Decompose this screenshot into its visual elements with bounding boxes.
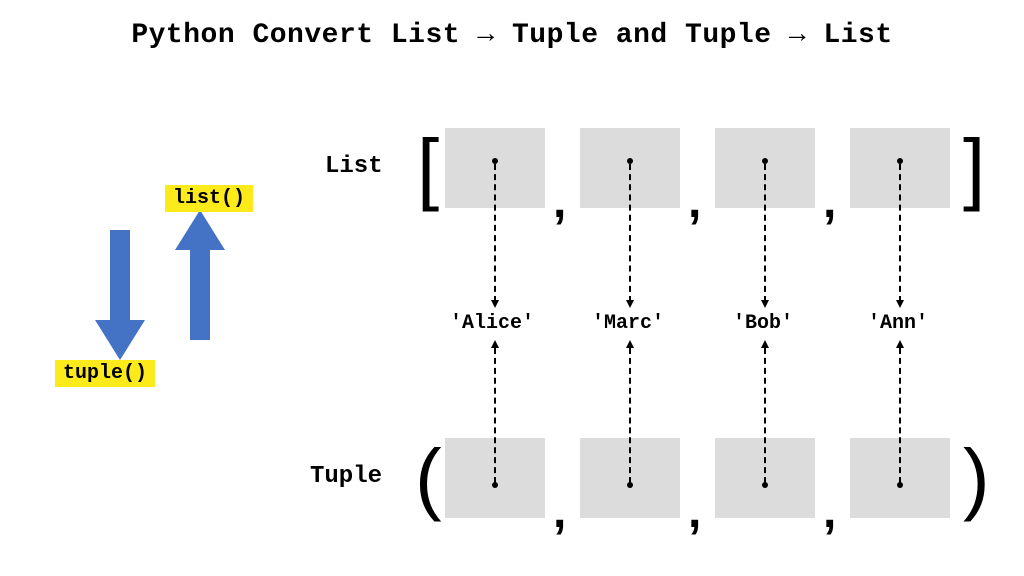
item-name: 'Bob' [733,312,793,335]
comma: , [823,178,836,226]
arrowhead-up-icon [491,340,499,348]
dashed-line [629,348,631,483]
arrow-up-icon [175,210,225,345]
dashed-line [899,164,901,302]
item-name: 'Ann' [868,312,928,335]
paren-open: ( [415,438,442,518]
arrowhead-up-icon [761,340,769,348]
arrowhead-down-icon [896,300,904,308]
dashed-line [899,348,901,483]
paren-close: ) [963,438,990,518]
comma: , [688,488,701,536]
list-row-label: List [325,153,383,180]
item-name: 'Alice' [450,312,534,335]
comma: , [688,178,701,226]
dashed-line [764,348,766,483]
arrow-down-icon [95,230,145,365]
arrowhead-down-icon [761,300,769,308]
list-function-label: list() [165,185,253,212]
arrowhead-down-icon [491,300,499,308]
tuple-row-label: Tuple [310,463,382,490]
comma: , [823,488,836,536]
page-title: Python Convert List → Tuple and Tuple → … [0,20,1024,51]
bracket-open: [ [417,128,439,208]
tuple-function-label: tuple() [55,360,155,387]
dashed-line [494,164,496,302]
bracket-close: ] [963,128,985,208]
comma: , [553,488,566,536]
item-name: 'Marc' [592,312,664,335]
comma: , [553,178,566,226]
dashed-line [764,164,766,302]
arrowhead-up-icon [626,340,634,348]
arrowhead-down-icon [626,300,634,308]
dashed-line [494,348,496,483]
dashed-line [629,164,631,302]
arrowhead-up-icon [896,340,904,348]
